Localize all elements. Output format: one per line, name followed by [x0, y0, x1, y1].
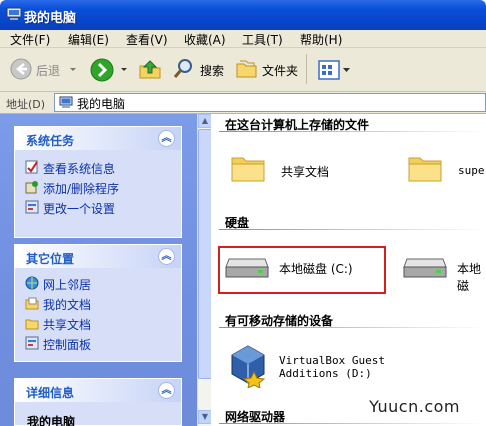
shared-folder-icon — [25, 319, 39, 330]
section-divider — [219, 327, 486, 328]
address-bar: 地址(D) 我的电脑 — [0, 92, 486, 114]
forward-arrow-icon[interactable] — [90, 58, 114, 82]
folders-button[interactable]: 文件夹 — [232, 54, 304, 84]
hard-drive-icon — [403, 258, 447, 278]
control-panel-icon — [25, 336, 39, 350]
title-bar[interactable]: 我的电脑 — [0, 0, 486, 30]
local-disk-d[interactable]: 本地磁 — [403, 254, 486, 293]
collapse-chevron-icon[interactable]: ︽ — [158, 382, 175, 399]
user-documents-label: super — [458, 164, 486, 177]
views-dropdown-icon — [343, 68, 350, 72]
menu-bar: 文件(F) 编辑(E) 查看(V) 收藏(A) 工具(T) 帮助(H) — [0, 30, 486, 48]
toolbar: 后退 搜索 文件夹 — [0, 48, 486, 92]
highlight-box — [218, 246, 386, 294]
back-button[interactable]: 后退 — [6, 54, 66, 84]
back-dropdown-icon[interactable] — [69, 67, 77, 73]
collapse-chevron-icon[interactable]: ︽ — [158, 130, 175, 147]
back-label: 后退 — [36, 64, 61, 78]
virtualbox-cd-drive[interactable]: VirtualBox Guest Additions (D:) — [229, 344, 409, 390]
menu-favorites[interactable]: 收藏(A) — [184, 31, 226, 48]
folders-label: 文件夹 — [262, 64, 299, 78]
scroll-thumb[interactable] — [198, 129, 212, 379]
details-panel: 详细信息 ︽ 我的电脑 — [14, 378, 182, 426]
system-tasks-panel: 系统任务 ︽ 查看系统信息 添加/删除程序 更改一个设置 — [14, 126, 182, 238]
other-places-title: 其它位置 — [26, 252, 75, 266]
menu-edit[interactable]: 编辑(E) — [68, 31, 109, 48]
network-places-icon — [25, 276, 39, 290]
section-divider — [219, 229, 486, 230]
task-pane: 系统任务 ︽ 查看系统信息 添加/删除程序 更改一个设置 其它位置 ︽ 网上邻居… — [0, 114, 197, 426]
system-tasks-header[interactable]: 系统任务 ︽ — [15, 127, 181, 150]
back-arrow-icon — [10, 58, 32, 80]
add-remove-icon — [25, 181, 38, 194]
views-button[interactable] — [316, 58, 352, 82]
section-divider — [219, 423, 486, 424]
shared-documents-label: 共享文档 — [281, 165, 330, 179]
details-title: 详细信息 — [26, 386, 75, 400]
section-divider — [219, 131, 486, 132]
my-computer-icon — [6, 7, 22, 20]
views-icon — [318, 60, 340, 80]
menu-tools[interactable]: 工具(T) — [242, 31, 283, 48]
search-button[interactable]: 搜索 — [168, 54, 230, 84]
search-icon — [173, 59, 192, 78]
my-computer-small-icon — [59, 96, 73, 108]
scroll-up-icon[interactable]: ▲ — [198, 114, 212, 128]
folder-icon — [408, 157, 442, 182]
window-title: 我的电脑 — [24, 11, 77, 26]
user-documents-folder[interactable]: super — [408, 152, 486, 192]
search-label: 搜索 — [200, 64, 225, 78]
scroll-down-icon[interactable]: ▼ — [198, 410, 212, 424]
details-header[interactable]: 详细信息 ︽ — [15, 379, 181, 402]
collapse-chevron-icon[interactable]: ︽ — [158, 248, 175, 265]
menu-help[interactable]: 帮助(H) — [300, 31, 342, 48]
shared-documents-folder[interactable]: 共享文档 — [231, 152, 341, 192]
control-panel-icon — [25, 200, 39, 214]
system-tasks-title: 系统任务 — [26, 134, 75, 148]
folders-icon — [236, 60, 257, 78]
virtualbox-icon — [231, 345, 266, 388]
local-disk-d-label: 本地磁 — [457, 262, 482, 293]
toolbar-divider — [306, 54, 307, 84]
details-name: 我的电脑 — [27, 415, 76, 426]
forward-dropdown-icon[interactable] — [120, 67, 128, 73]
menu-file[interactable]: 文件(F) — [10, 31, 50, 48]
folder-icon — [231, 157, 265, 182]
address-input[interactable]: 我的电脑 — [54, 93, 486, 112]
watermark-text: Yuucn.com — [369, 397, 460, 416]
address-value: 我的电脑 — [77, 97, 126, 111]
my-documents-icon — [25, 297, 39, 310]
task-pane-scrollbar[interactable]: ▲ ▼ — [197, 114, 212, 426]
other-places-header[interactable]: 其它位置 ︽ — [15, 245, 181, 268]
virtualbox-label: VirtualBox Guest Additions (D:) — [279, 354, 385, 380]
system-info-icon — [25, 160, 38, 174]
other-places-panel: 其它位置 ︽ 网上邻居 我的文档 共享文档 控制面板 — [14, 244, 182, 362]
address-label: 地址(D) — [6, 98, 46, 111]
menu-view[interactable]: 查看(V) — [126, 31, 168, 48]
up-folder-icon[interactable] — [138, 57, 162, 81]
